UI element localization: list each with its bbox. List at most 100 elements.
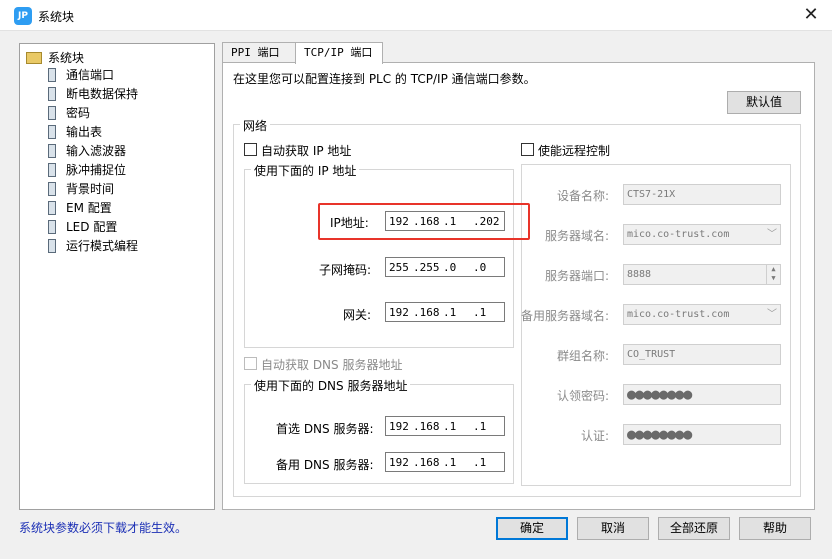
tree-item-label: 输出表	[66, 125, 103, 139]
ok-button[interactable]: 确定	[496, 517, 568, 540]
dns1-octet-2: .168	[413, 420, 440, 433]
document-icon	[48, 105, 56, 120]
dns1-octet-3: .1	[443, 420, 457, 433]
dns2-octet-2: .168	[413, 456, 440, 469]
server-domain-select[interactable]: mico.co-trust.com ﹀	[623, 224, 781, 245]
tab-ppi-port[interactable]: PPI 端口	[222, 42, 296, 63]
gateway-label: 网关:	[343, 308, 372, 322]
remote-control-label: 使能远程控制	[538, 144, 611, 158]
tree-root-label: 系统块	[48, 51, 85, 65]
document-icon	[48, 162, 56, 177]
backup-domain-value: mico.co-trust.com	[627, 309, 730, 320]
tree-item-run-mode[interactable]: 运行模式编程	[48, 237, 138, 256]
subnet-octet-3: .0	[443, 261, 457, 274]
document-icon	[48, 219, 56, 234]
gateway-octet-3: .1	[443, 306, 457, 319]
document-icon	[48, 200, 56, 215]
server-port-label: 服务器端口:	[545, 269, 610, 283]
tree-item-label: 脉冲捕捉位	[66, 163, 127, 177]
server-domain-label: 服务器域名:	[545, 229, 610, 243]
tree-item-em-config[interactable]: EM 配置	[48, 199, 112, 218]
claim-password-label: 认领密码:	[557, 389, 610, 403]
highlight-box	[318, 203, 530, 240]
spinner-arrows-icon[interactable]: ▲ ▼	[766, 265, 780, 284]
auto-dns-checkbox[interactable]	[244, 357, 257, 370]
tree-item-label: 密码	[66, 106, 91, 120]
window-title: 系统块	[38, 10, 75, 24]
backup-dns-label: 备用 DNS 服务器:	[276, 458, 374, 472]
tree-item-label: EM 配置	[66, 201, 112, 215]
document-icon	[48, 238, 56, 253]
tree-item-led-config[interactable]: LED 配置	[48, 218, 117, 237]
gateway-octet-4: .1	[473, 306, 487, 319]
claim-password-field[interactable]: ●●●●●●●●	[623, 384, 781, 405]
tree-item-retentive[interactable]: 断电数据保持	[48, 85, 138, 104]
cancel-button[interactable]: 取消	[577, 517, 649, 540]
document-icon	[48, 67, 56, 82]
device-name-field[interactable]: CTS7-21X	[623, 184, 781, 205]
group-name-label: 群组名称:	[557, 349, 610, 363]
tree-item-label: 输入滤波器	[66, 144, 127, 158]
dns2-octet-4: .1	[473, 456, 487, 469]
tree-item-password[interactable]: 密码	[48, 104, 90, 123]
auto-dns-label: 自动获取 DNS 服务器地址	[261, 358, 403, 372]
backup-domain-select[interactable]: mico.co-trust.com ﹀	[623, 304, 781, 325]
chevron-down-icon: ﹀	[767, 309, 777, 320]
dns1-octet-4: .1	[473, 420, 487, 433]
backup-domain-label: 备用服务器域名:	[521, 309, 610, 323]
close-icon[interactable]: ✕	[800, 3, 822, 27]
tab-tcpip-port[interactable]: TCP/IP 端口	[295, 42, 383, 64]
restore-all-button[interactable]: 全部还原	[658, 517, 730, 540]
confirm-password-field[interactable]: ●●●●●●●●	[623, 424, 781, 445]
subnet-mask-label: 子网掩码:	[319, 263, 372, 277]
document-icon	[48, 124, 56, 139]
dns1-octet-1: 192	[389, 420, 409, 433]
primary-dns-field[interactable]: 192 .168 .1 .1	[385, 416, 505, 436]
tree-root[interactable]: 系统块	[26, 49, 84, 67]
panel-description: 在这里您可以配置连接到 PLC 的 TCP/IP 通信端口参数。	[233, 72, 536, 86]
tcpip-panel: 在这里您可以配置连接到 PLC 的 TCP/IP 通信端口参数。 默认值 网络 …	[222, 62, 815, 510]
tree-item-comm-port[interactable]: 通信端口	[48, 66, 114, 85]
server-domain-value: mico.co-trust.com	[627, 229, 730, 240]
gateway-field[interactable]: 192 .168 .1 .1	[385, 302, 505, 322]
subnet-octet-4: .0	[473, 261, 487, 274]
confirm-password-label: 认证:	[581, 429, 610, 443]
document-icon	[48, 181, 56, 196]
tree-item-pulse-catch[interactable]: 脉冲捕捉位	[48, 161, 126, 180]
group-name-field[interactable]: CO_TRUST	[623, 344, 781, 365]
document-icon	[48, 86, 56, 101]
document-icon	[48, 143, 56, 158]
tree-item-output-table[interactable]: 输出表	[48, 123, 102, 142]
tree-item-label: 背景时间	[66, 182, 115, 196]
app-icon: JP	[14, 7, 32, 25]
gateway-octet-2: .168	[413, 306, 440, 319]
use-ip-group-label: 使用下面的 IP 地址	[251, 162, 360, 179]
device-name-label: 设备名称:	[557, 189, 610, 203]
tree-item-background-time[interactable]: 背景时间	[48, 180, 114, 199]
title-bar: JP 系统块 ✕	[0, 0, 832, 31]
tree-item-input-filter[interactable]: 输入滤波器	[48, 142, 126, 161]
dns2-octet-1: 192	[389, 456, 409, 469]
backup-dns-field[interactable]: 192 .168 .1 .1	[385, 452, 505, 472]
primary-dns-label: 首选 DNS 服务器:	[276, 422, 374, 436]
gateway-octet-1: 192	[389, 306, 409, 319]
footer-note: 系统块参数必须下载才能生效。	[19, 521, 188, 535]
tree-item-label: 断电数据保持	[66, 87, 139, 101]
default-button[interactable]: 默认值	[727, 91, 801, 114]
server-port-value: 8888	[627, 269, 652, 280]
subnet-mask-field[interactable]: 255 .255 .0 .0	[385, 257, 505, 277]
dns2-octet-3: .1	[443, 456, 457, 469]
folder-icon	[26, 51, 42, 64]
subnet-octet-2: .255	[413, 261, 440, 274]
network-group-label: 网络	[240, 117, 271, 134]
use-dns-group-label: 使用下面的 DNS 服务器地址	[251, 377, 411, 394]
tree-item-label: LED 配置	[66, 220, 118, 234]
auto-ip-checkbox[interactable]	[244, 143, 257, 156]
system-block-tree: 系统块 通信端口 断电数据保持 密码 输出表 输入滤波器 脉冲捕捉位 背景时间 …	[19, 43, 215, 510]
remote-control-checkbox[interactable]	[521, 143, 534, 156]
server-port-field[interactable]: 8888 ▲ ▼	[623, 264, 781, 285]
help-button[interactable]: 帮助	[739, 517, 811, 540]
chevron-down-icon: ﹀	[767, 229, 777, 240]
subnet-octet-1: 255	[389, 261, 409, 274]
tree-item-label: 运行模式编程	[66, 239, 139, 253]
